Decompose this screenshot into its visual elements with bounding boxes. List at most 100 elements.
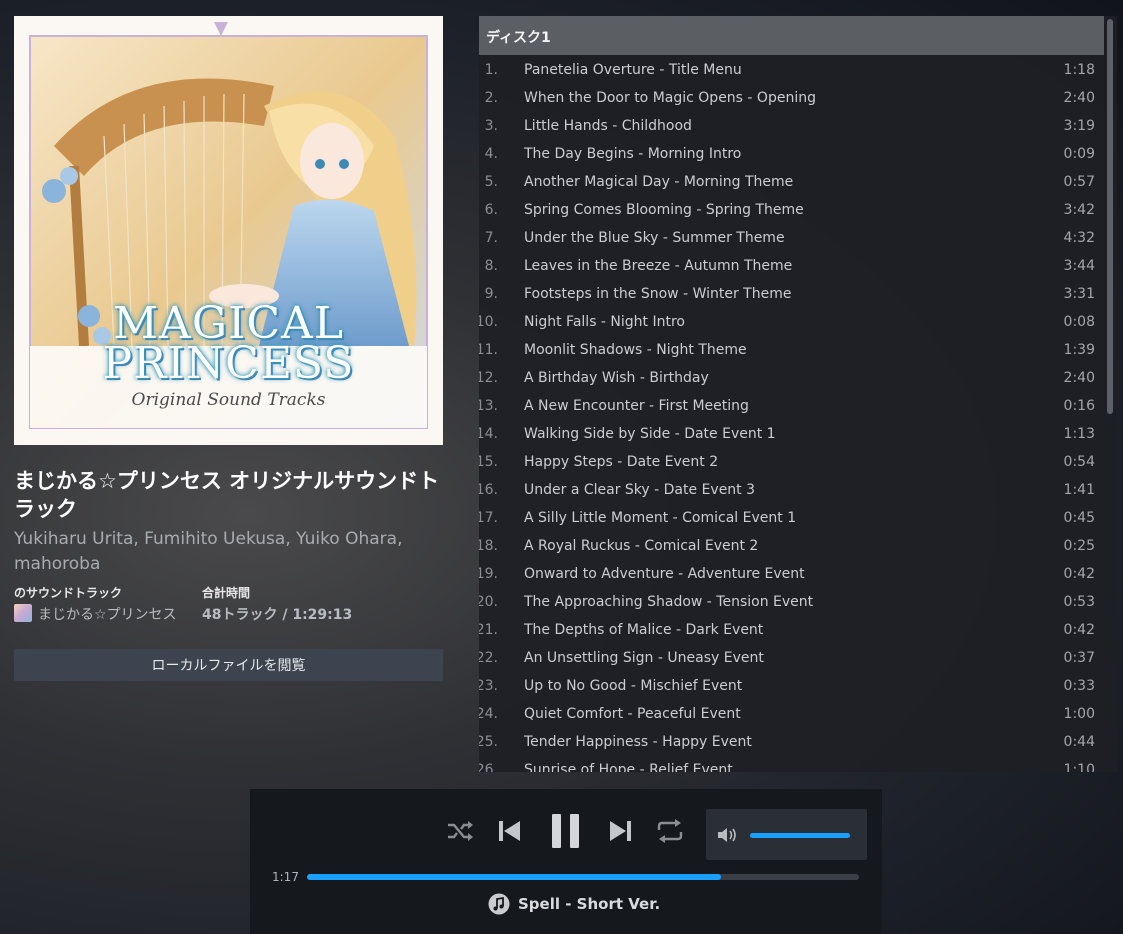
track-duration: 4:32 <box>1063 230 1095 246</box>
track-number: 15. <box>479 454 498 470</box>
track-number: 2. <box>484 90 498 106</box>
track-row[interactable]: 11. Moonlit Shadows - Night Theme 1:39 <box>479 336 1104 364</box>
track-row[interactable]: 16. Under a Clear Sky - Date Event 3 1:41 <box>479 476 1104 504</box>
track-duration: 3:44 <box>1063 258 1095 274</box>
album-cover: MAGICAL PRINCESS Original Sound Tracks <box>14 16 443 445</box>
track-row[interactable]: 9. Footsteps in the Snow - Winter Theme 3:… <box>479 280 1104 308</box>
track-row[interactable]: 23. Up to No Good - Mischief Event 0:33 <box>479 672 1104 700</box>
track-number: 10. <box>479 314 498 330</box>
track-number: 25. <box>479 734 498 750</box>
track-row[interactable]: 3. Little Hands - Childhood 3:19 <box>479 112 1104 140</box>
cover-subtitle: Original Sound Tracks <box>131 390 326 410</box>
track-row[interactable]: 24. Quiet Comfort - Peaceful Event 1:00 <box>479 700 1104 728</box>
track-row[interactable]: 22. An Unsettling Sign - Uneasy Event 0:37 <box>479 644 1104 672</box>
track-row[interactable]: 6. Spring Comes Blooming - Spring Theme 3:… <box>479 196 1104 224</box>
track-number: 5. <box>484 174 498 190</box>
track-number: 3. <box>484 118 498 134</box>
album-artists: Yukiharu Urita, Fumihito Uekusa, Yuiko O… <box>14 529 403 574</box>
track-name: The Depths of Malice - Dark Event <box>524 622 764 638</box>
track-row[interactable]: 25. Tender Happiness - Happy Event 0:44 <box>479 728 1104 756</box>
track-name: Under a Clear Sky - Date Event 3 <box>524 482 756 498</box>
track-duration: 3:31 <box>1063 286 1095 302</box>
track-duration: 0:57 <box>1063 174 1095 190</box>
track-name: A Royal Ruckus - Comical Event 2 <box>524 538 759 554</box>
track-row[interactable]: 12. A Birthday Wish - Birthday 2:40 <box>479 364 1104 392</box>
track-name: Moonlit Shadows - Night Theme <box>524 342 747 358</box>
track-duration: 0:42 <box>1063 622 1095 638</box>
previous-icon[interactable] <box>496 818 522 844</box>
track-duration: 0:54 <box>1063 454 1095 470</box>
track-number: 6. <box>484 202 498 218</box>
game-icon <box>14 604 32 622</box>
track-row[interactable]: 20. The Approaching Shadow - Tension Even… <box>479 588 1104 616</box>
track-row[interactable]: 17. A Silly Little Moment - Comical Event… <box>479 504 1104 532</box>
track-duration: 0:09 <box>1063 146 1095 162</box>
track-name: The Day Begins - Morning Intro <box>524 146 742 162</box>
music-player: 1:17 Spell - Short Ver. <box>250 789 882 934</box>
progress-bar[interactable] <box>307 874 859 880</box>
next-icon[interactable] <box>608 818 634 844</box>
track-name: When the Door to Magic Opens - Opening <box>524 90 816 106</box>
track-number: 17. <box>479 510 498 526</box>
track-name: Up to No Good - Mischief Event <box>524 678 743 694</box>
track-number: 1. <box>484 62 498 78</box>
track-duration: 0:33 <box>1063 678 1095 694</box>
track-row[interactable]: 18. A Royal Ruckus - Comical Event 2 0:25 <box>479 532 1104 560</box>
track-row[interactable]: 13. A New Encounter - First Meeting 0:16 <box>479 392 1104 420</box>
track-number: 26. <box>479 762 498 772</box>
track-name: An Unsettling Sign - Uneasy Event <box>524 650 764 666</box>
track-row[interactable]: 15. Happy Steps - Date Event 2 0:54 <box>479 448 1104 476</box>
track-number: 13. <box>479 398 498 414</box>
track-number: 18. <box>479 538 498 554</box>
track-row[interactable]: 7. Under the Blue Sky - Summer Theme 4:32 <box>479 224 1104 252</box>
track-name: Little Hands - Childhood <box>524 118 692 134</box>
volume-icon[interactable] <box>717 826 739 844</box>
track-duration: 3:19 <box>1063 118 1095 134</box>
track-row[interactable]: 19. Onward to Adventure - Adventure Event… <box>479 560 1104 588</box>
track-row[interactable]: 2. When the Door to Magic Opens - Opening… <box>479 84 1104 112</box>
music-note-icon <box>488 893 510 915</box>
track-number: 9. <box>484 286 498 302</box>
track-duration: 1:41 <box>1063 482 1095 498</box>
track-number: 22. <box>479 650 498 666</box>
track-row[interactable]: 10. Night Falls - Night Intro 0:08 <box>479 308 1104 336</box>
pause-icon[interactable] <box>549 812 583 850</box>
game-name-link[interactable]: まじかる☆プリンセス <box>38 604 177 624</box>
track-row[interactable]: 5. Another Magical Day - Morning Theme 0:5… <box>479 168 1104 196</box>
volume-slider[interactable] <box>750 833 850 838</box>
track-row[interactable]: 1. Panetelia Overture - Title Menu 1:18 <box>479 56 1104 84</box>
track-name: A Birthday Wish - Birthday <box>524 370 709 386</box>
track-name: Walking Side by Side - Date Event 1 <box>524 426 776 442</box>
track-name: A Silly Little Moment - Comical Event 1 <box>524 510 797 526</box>
track-row[interactable]: 26. Sunrise of Hope - Relief Event 1:10 <box>479 756 1104 772</box>
track-number: 7. <box>484 230 498 246</box>
album-title: まじかる☆プリンセス オリジナルサウンドトラック <box>14 469 440 521</box>
track-duration: 1:39 <box>1063 342 1095 358</box>
track-duration: 0:25 <box>1063 538 1095 554</box>
track-name: The Approaching Shadow - Tension Event <box>524 594 814 610</box>
track-row[interactable]: 4. The Day Begins - Morning Intro 0:09 <box>479 140 1104 168</box>
scrollbar-thumb[interactable] <box>1107 19 1113 414</box>
total-time-label: 合計時間 <box>202 586 251 600</box>
browse-local-files-button[interactable]: ローカルファイルを閲覧 <box>14 649 443 681</box>
now-playing: Spell - Short Ver. <box>488 892 660 916</box>
track-name: Another Magical Day - Morning Theme <box>524 174 794 190</box>
track-name: Spring Comes Blooming - Spring Theme <box>524 202 804 218</box>
track-name: Happy Steps - Date Event 2 <box>524 454 719 470</box>
track-number: 16. <box>479 482 498 498</box>
track-row[interactable]: 14. Walking Side by Side - Date Event 1 1:… <box>479 420 1104 448</box>
shuffle-icon[interactable] <box>446 819 474 843</box>
soundtrack-of-label: のサウンドトラック <box>14 586 123 600</box>
track-number: 20. <box>479 594 498 610</box>
track-row[interactable]: 8. Leaves in the Breeze - Autumn Theme 3:4… <box>479 252 1104 280</box>
track-name: Leaves in the Breeze - Autumn Theme <box>524 258 793 274</box>
track-duration: 0:08 <box>1063 314 1095 330</box>
track-duration: 1:18 <box>1063 62 1095 78</box>
track-row[interactable]: 21. The Depths of Malice - Dark Event 0:42 <box>479 616 1104 644</box>
track-name: Tender Happiness - Happy Event <box>524 734 752 750</box>
track-duration: 2:40 <box>1063 370 1095 386</box>
repeat-icon[interactable] <box>655 818 685 844</box>
track-number: 8. <box>484 258 498 274</box>
disc-header: ディスク1 <box>479 16 1104 55</box>
track-name: Panetelia Overture - Title Menu <box>524 62 742 78</box>
